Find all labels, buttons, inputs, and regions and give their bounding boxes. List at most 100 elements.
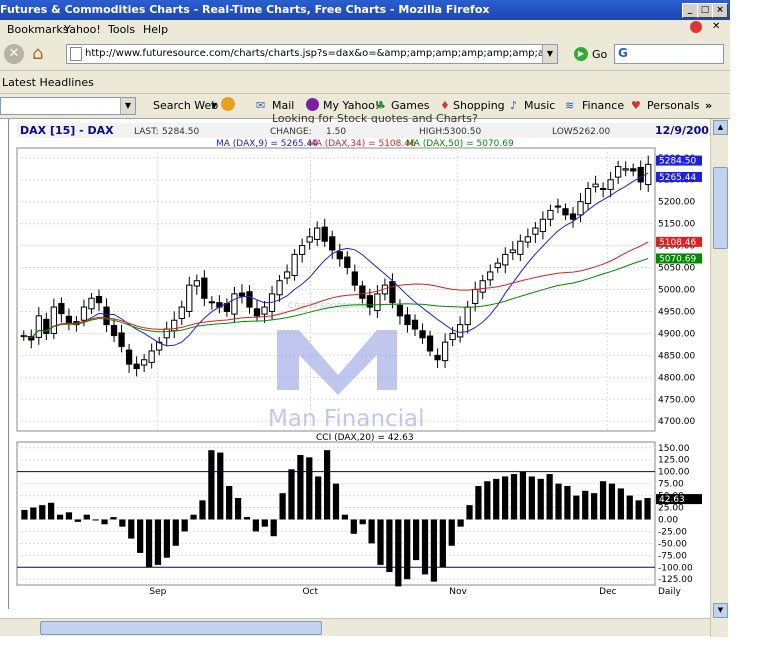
candle-body <box>396 304 404 317</box>
candle-body <box>186 284 193 312</box>
cci-bar <box>457 519 464 527</box>
latest-headlines-link[interactable]: Latest Headlines <box>2 76 94 89</box>
horizontal-scroll-thumb[interactable] <box>40 621 322 635</box>
chevron-down-icon[interactable]: ▼ <box>120 98 135 114</box>
cci-bar <box>404 519 411 580</box>
search-engine-icon[interactable]: G <box>618 46 628 60</box>
cci-bar <box>306 457 313 520</box>
price-tick-label: 4700.00 <box>658 417 695 427</box>
personals-button[interactable]: Personals <box>647 99 700 112</box>
games-icon: ♣ <box>376 99 386 112</box>
menu-bookmarks[interactable]: Bookmarks <box>7 23 68 36</box>
low-value: 5262.00 <box>573 127 610 137</box>
candle-body <box>517 240 524 255</box>
games-button[interactable]: Games <box>391 99 429 112</box>
yahoo-mail-button[interactable]: Mail <box>272 99 294 112</box>
candle-body <box>95 296 103 304</box>
stop-button[interactable]: ✕ <box>4 44 24 64</box>
candle-body <box>441 341 449 362</box>
window-title-bar: Futures & Commodities Charts - Real-Time… <box>0 0 730 20</box>
candle-body <box>178 306 185 319</box>
cci-bar <box>448 519 455 546</box>
menu-yahoo[interactable]: Yahoo! <box>64 23 101 36</box>
shopping-button[interactable]: Shopping <box>453 99 505 112</box>
url-text[interactable]: http://www.futuresource.com/charts/chart… <box>85 48 543 59</box>
cci-bar <box>208 450 215 520</box>
candle-body <box>163 328 170 339</box>
vertical-scrollbar[interactable]: ▲ ▼ <box>710 119 728 637</box>
cci-bar <box>635 500 642 520</box>
my-yahoo-button[interactable]: My Yahoo! <box>323 99 379 112</box>
candle-body <box>118 332 125 348</box>
close-window-button[interactable]: × <box>712 3 728 18</box>
cci-bar <box>119 519 126 527</box>
candle-body <box>637 166 644 183</box>
music-button[interactable]: Music <box>524 99 555 112</box>
cci-bar <box>101 519 108 525</box>
cci-bar <box>421 519 429 575</box>
cci-tick-label: -75.00 <box>658 551 687 561</box>
window-title: Futures & Commodities Charts - Real-Time… <box>0 3 490 16</box>
minimize-button[interactable]: _ <box>682 3 698 18</box>
candle-body <box>291 253 298 276</box>
horizontal-scrollbar[interactable] <box>0 618 710 636</box>
candle-body <box>65 315 73 323</box>
scroll-down-icon[interactable]: ▼ <box>713 603 728 618</box>
cci-bar <box>573 495 580 520</box>
price-tick-label: 4850.00 <box>658 351 695 361</box>
yahoo-search-input[interactable]: ▼ <box>0 97 136 115</box>
cci-bar <box>74 519 81 522</box>
candle-body <box>577 201 584 216</box>
url-bar[interactable]: http://www.futuresource.com/charts/chart… <box>66 44 558 64</box>
change-value: 1.50 <box>326 127 346 137</box>
candle-body <box>599 188 607 191</box>
candle-body <box>479 280 486 293</box>
url-dropdown-icon[interactable]: ▼ <box>542 45 557 63</box>
candle-body <box>404 314 411 326</box>
candle-body <box>554 205 562 208</box>
search-box[interactable]: G <box>614 44 724 64</box>
cci-bar <box>270 519 277 537</box>
close-tab-icon[interactable]: ✕ <box>712 21 720 32</box>
candle-body <box>411 319 419 330</box>
vertical-scroll-thumb[interactable] <box>713 167 728 249</box>
cci-bar <box>297 454 304 520</box>
cci-bar <box>332 483 340 520</box>
cci-bar <box>430 519 438 582</box>
cci-bar <box>377 519 384 565</box>
candle-body <box>238 292 246 297</box>
candle-body <box>532 227 539 235</box>
cci-bar <box>288 469 295 520</box>
dropdown-arrow-icon[interactable]: ▼ <box>211 101 217 110</box>
cci-bar <box>368 519 375 544</box>
change-label: CHANGE: <box>270 127 312 137</box>
shopping-icon: ♦ <box>440 99 450 112</box>
candle-body <box>562 208 569 216</box>
price-tick-label: 4800.00 <box>658 373 695 383</box>
menu-tools[interactable]: Tools <box>108 23 135 36</box>
candle-body <box>547 209 554 220</box>
bookmarks-toolbar: Latest Headlines <box>0 71 730 94</box>
stop-loading-icon[interactable] <box>690 21 702 33</box>
more-button[interactable]: » <box>705 99 712 112</box>
candle-body <box>622 168 629 171</box>
cci-bar <box>315 476 322 520</box>
cci-bar <box>145 519 153 568</box>
home-icon[interactable]: ⌂ <box>32 44 54 64</box>
go-icon[interactable]: ▶ <box>574 47 588 61</box>
chart-date: 12/9/2005 <box>655 124 710 137</box>
search-web-button[interactable]: Search Web <box>153 99 218 112</box>
candle-body <box>193 280 200 287</box>
go-button[interactable]: Go <box>592 48 607 61</box>
price-tag-value: 5070.69 <box>659 254 696 264</box>
finance-button[interactable]: Finance <box>582 99 624 112</box>
candle-body <box>494 262 501 269</box>
price-tick-label: 4950.00 <box>658 307 695 317</box>
mail-icon: ✉ <box>256 99 266 112</box>
maximize-button[interactable]: □ <box>697 3 713 18</box>
candle-body <box>314 227 321 240</box>
scroll-up-icon[interactable]: ▲ <box>713 120 728 135</box>
menu-help[interactable]: Help <box>143 23 168 36</box>
cci-bar <box>537 478 544 520</box>
highlight-icon[interactable] <box>221 97 235 111</box>
